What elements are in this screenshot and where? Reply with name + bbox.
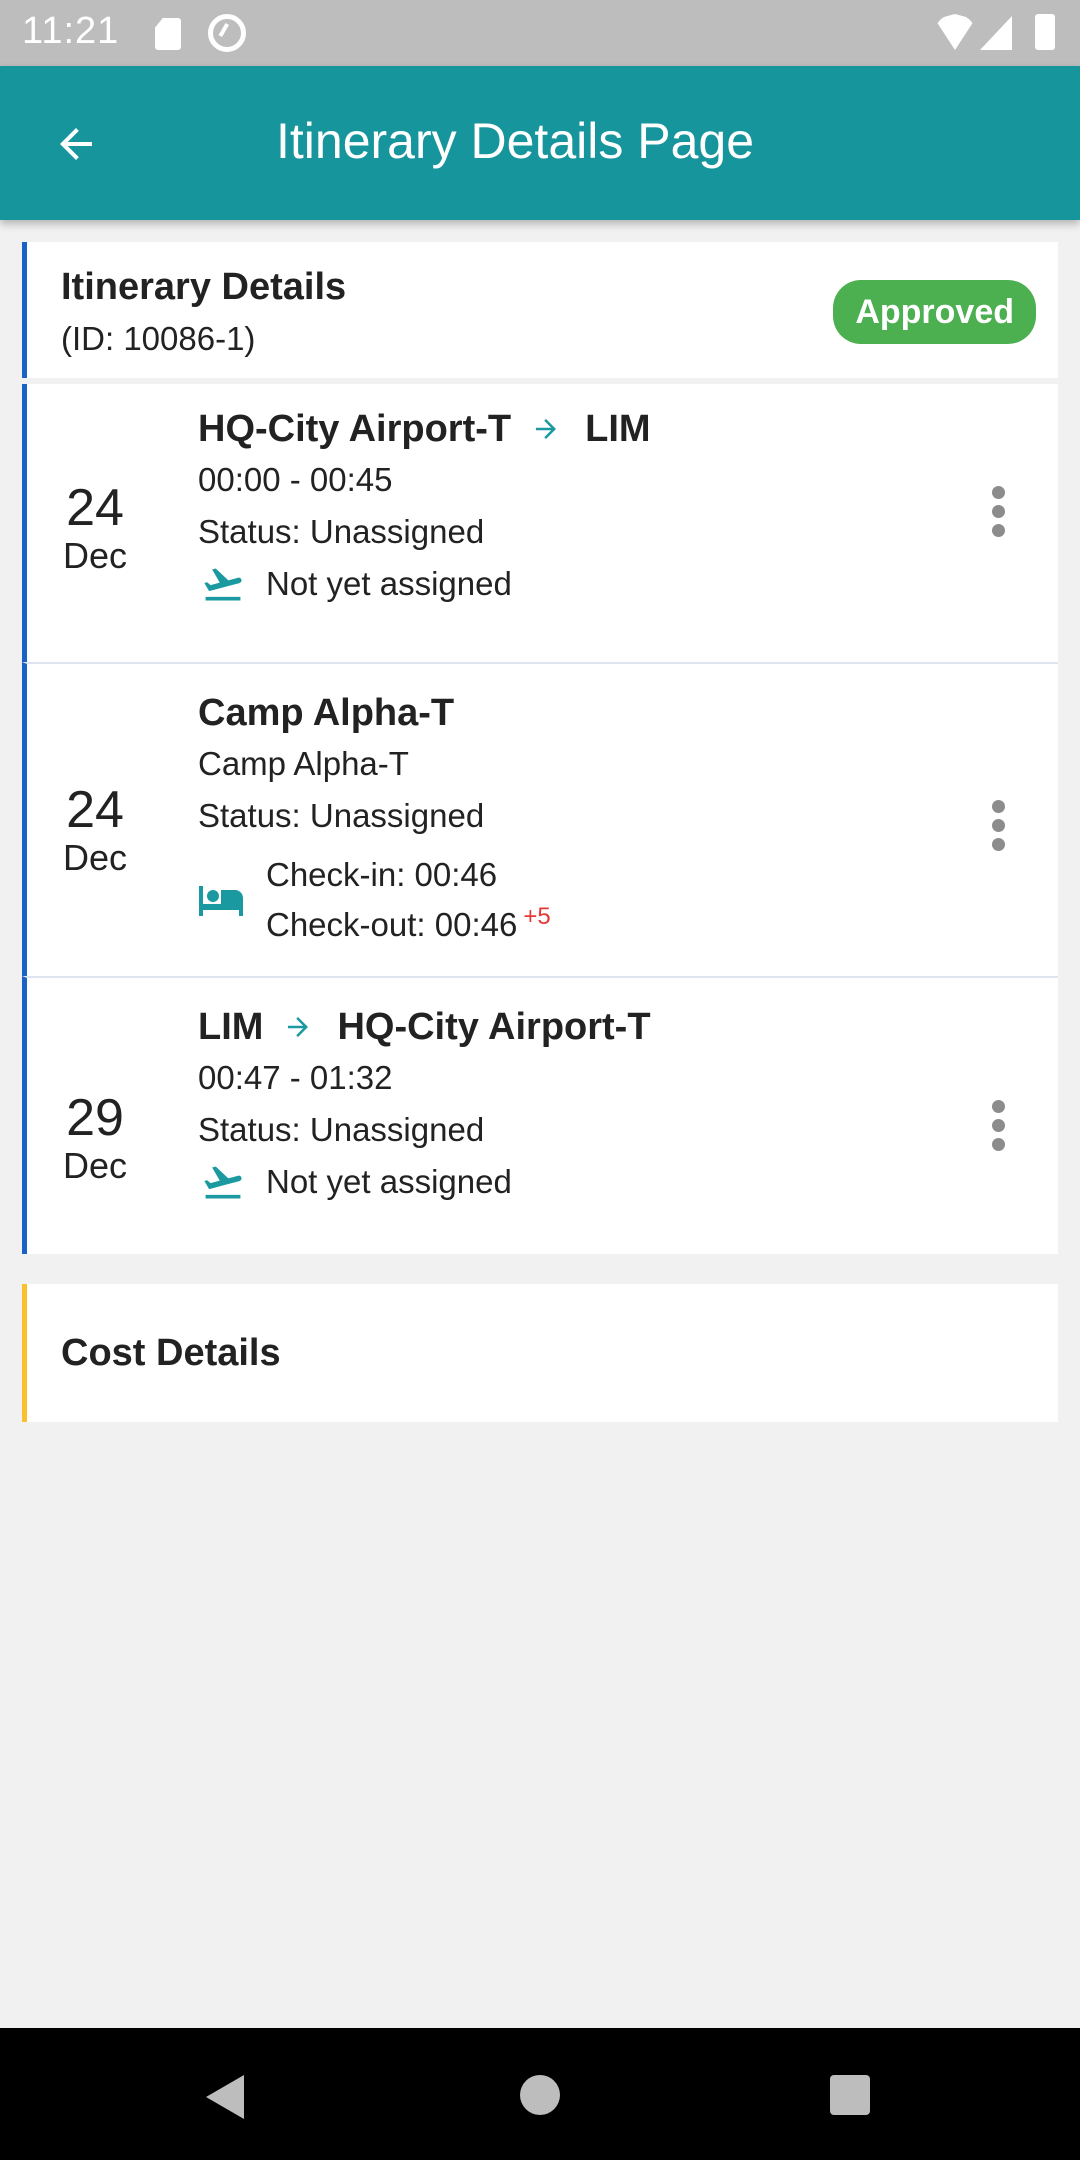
route: HQ-City Airport-T LIM [198, 404, 651, 454]
segment-month: Dec [62, 837, 128, 878]
check-times: Check-in: 00:46 Check-out: 00:46 +5 [198, 854, 551, 946]
cost-title: Cost Details [61, 1332, 281, 1374]
segment-month: Dec [62, 535, 128, 576]
segment-date: 24 Dec [53, 480, 137, 576]
more-vert-icon [991, 800, 1005, 813]
segment-date: 29 Dec [53, 1090, 137, 1186]
accommodation-title: Camp Alpha-T [198, 691, 455, 734]
segment-time: 00:00 - 00:45 [198, 461, 393, 498]
route-from: HQ-City Airport-T [198, 407, 512, 450]
wifi-icon [935, 14, 975, 50]
itinerary-title: Itinerary Details [61, 266, 347, 308]
segment-accommodation[interactable]: 24 Dec Camp Alpha-T Camp Alpha-T Status:… [22, 662, 1058, 976]
more-options-button[interactable] [990, 486, 1006, 537]
arrow-back-icon [60, 128, 92, 160]
flight-takeoff-icon [198, 1160, 248, 1204]
segment-body: LIM HQ-City Airport-T 00:47 - 01:32 Stat… [198, 1002, 651, 1204]
accommodation-subtitle: Camp Alpha-T [198, 745, 409, 782]
more-vert-icon [991, 1100, 1005, 1113]
check-out: Check-out: 00:46 [266, 906, 518, 943]
segment-status: Status: Unassigned [198, 1111, 485, 1148]
nav-home-icon[interactable] [520, 2075, 560, 2115]
assignment-info: Not yet assigned [198, 1160, 651, 1204]
route: LIM HQ-City Airport-T [198, 1002, 651, 1052]
nav-recents-icon[interactable] [830, 2075, 870, 2115]
segment-flight-return[interactable]: 29 Dec LIM HQ-City Airport-T 00:47 - 01:… [22, 976, 1058, 1254]
more-options-button[interactable] [990, 800, 1006, 851]
segment-month: Dec [62, 1145, 128, 1186]
segment-day: 29 [66, 1089, 124, 1147]
segment-date: 24 Dec [53, 782, 137, 878]
arrow-right-icon [283, 1012, 313, 1042]
page-title: Itinerary Details Page [276, 113, 755, 169]
check-in: Check-in: 00:46 [266, 856, 498, 893]
status-bar: 11:21 [0, 0, 1080, 66]
assignment-text: Not yet assigned [266, 1163, 512, 1200]
segment-day: 24 [66, 479, 124, 537]
flight-takeoff-icon [198, 562, 248, 606]
segment-time: 00:47 - 01:32 [198, 1059, 393, 1096]
segment-status: Status: Unassigned [198, 513, 485, 550]
battery-icon [1035, 14, 1055, 50]
sync-icon [208, 14, 246, 52]
segment-status: Status: Unassigned [198, 797, 485, 834]
back-button[interactable] [46, 114, 106, 174]
segment-day: 24 [66, 781, 124, 839]
sd-card-icon [155, 18, 181, 50]
signal-icon [980, 16, 1012, 50]
assignment-info: Not yet assigned [198, 562, 651, 606]
route-to: LIM [585, 407, 651, 450]
nav-back-icon[interactable] [206, 2075, 244, 2119]
more-vert-icon [991, 486, 1005, 499]
status-badge: Approved [833, 280, 1036, 344]
extra-count: +5 [523, 903, 551, 930]
cost-details-card[interactable]: Cost Details [22, 1284, 1058, 1422]
itinerary-id: (ID: 10086-1) [61, 320, 256, 357]
app-bar: Itinerary Details Page [0, 66, 1080, 220]
content: Itinerary Details (ID: 10086-1) Approved… [22, 242, 1058, 1422]
arrow-right-icon [531, 414, 561, 444]
more-options-button[interactable] [990, 1100, 1006, 1151]
system-nav-bar [0, 2028, 1080, 2160]
route-from: LIM [198, 1005, 264, 1048]
status-time: 11:21 [22, 10, 120, 52]
assignment-text: Not yet assigned [266, 565, 512, 602]
segment-body: HQ-City Airport-T LIM 00:00 - 00:45 Stat… [198, 404, 651, 606]
segment-flight-outbound[interactable]: 24 Dec HQ-City Airport-T LIM 00:00 - 00:… [22, 384, 1058, 662]
route-to: HQ-City Airport-T [337, 1005, 651, 1048]
hotel-bed-icon [198, 880, 248, 920]
segment-body: Camp Alpha-T Camp Alpha-T Status: Unassi… [198, 688, 551, 946]
itinerary-header-card: Itinerary Details (ID: 10086-1) Approved [22, 242, 1058, 378]
